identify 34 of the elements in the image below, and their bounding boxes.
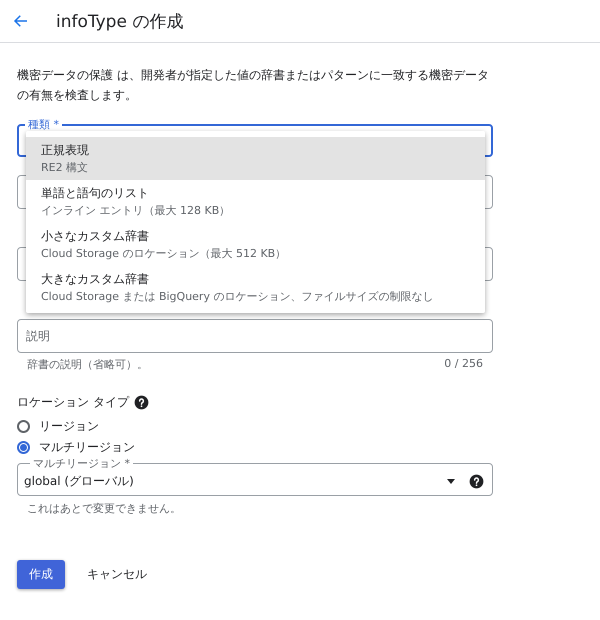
menu-item-title: 単語と語句のリスト: [41, 185, 150, 202]
page-title: infoType の作成: [56, 10, 184, 32]
menu-item[interactable]: 大きなカスタム辞書 Cloud Storage または BigQuery のロケーション、ファイルサイズの制限なし: [26, 266, 485, 309]
radio-button[interactable]: [17, 441, 30, 454]
select-value: global (グローバル): [24, 472, 135, 490]
help-icon[interactable]: [469, 474, 484, 488]
radio-label: マルチリージョン: [39, 439, 135, 456]
radio-label: リージョン: [39, 418, 99, 435]
menu-item-title: 正規表現: [41, 142, 90, 159]
menu-item-subtitle: Cloud Storage のロケーション（最大 512 KB）: [41, 246, 288, 262]
menu-item-title: 小さなカスタム辞書: [41, 228, 150, 245]
field-label: マルチリージョン *: [32, 458, 131, 469]
radio-option[interactable]: マルチリージョン: [17, 439, 493, 456]
field-hint: これはあとで変更できません。: [26, 501, 182, 516]
menu-item[interactable]: 正規表現 RE2 構文: [26, 137, 485, 180]
multi-region-select[interactable]: マルチリージョン * global (グローバル): [17, 458, 493, 496]
description-field[interactable]: 説明: [17, 319, 493, 353]
help-icon[interactable]: [134, 395, 149, 410]
intro-text: 機密データの保護 は、開発者が指定した値の辞書またはパターンに一致する機密データの有無を検査します。: [17, 67, 490, 104]
cancel-button[interactable]: キャンセル: [87, 566, 147, 583]
section-label: ロケーション タイプ: [17, 394, 129, 411]
menu-item-title: 大きなカスタム辞書: [41, 271, 150, 288]
menu-item-subtitle: インライン エントリ（最大 128 KB）: [41, 203, 232, 219]
radio-button[interactable]: [17, 420, 30, 433]
character-counter: 0 / 256: [444, 357, 483, 372]
radio-option[interactable]: リージョン: [17, 418, 493, 435]
menu-item[interactable]: 小さなカスタム辞書 Cloud Storage のロケーション（最大 512 KB）: [26, 223, 485, 266]
menu-item-subtitle: Cloud Storage または BigQuery のロケーション、ファイルサイズの制限なし: [41, 289, 434, 305]
menu-item-subtitle: RE2 構文: [41, 160, 90, 176]
dropdown-caret-icon: [447, 478, 455, 484]
field-label: 種類 *: [27, 119, 60, 130]
menu-item[interactable]: 単語と語句のリスト インライン エントリ（最大 128 KB）: [26, 180, 485, 223]
create-button[interactable]: 作成: [17, 560, 65, 589]
field-hint: 辞書の説明（省略可）。: [27, 357, 148, 372]
